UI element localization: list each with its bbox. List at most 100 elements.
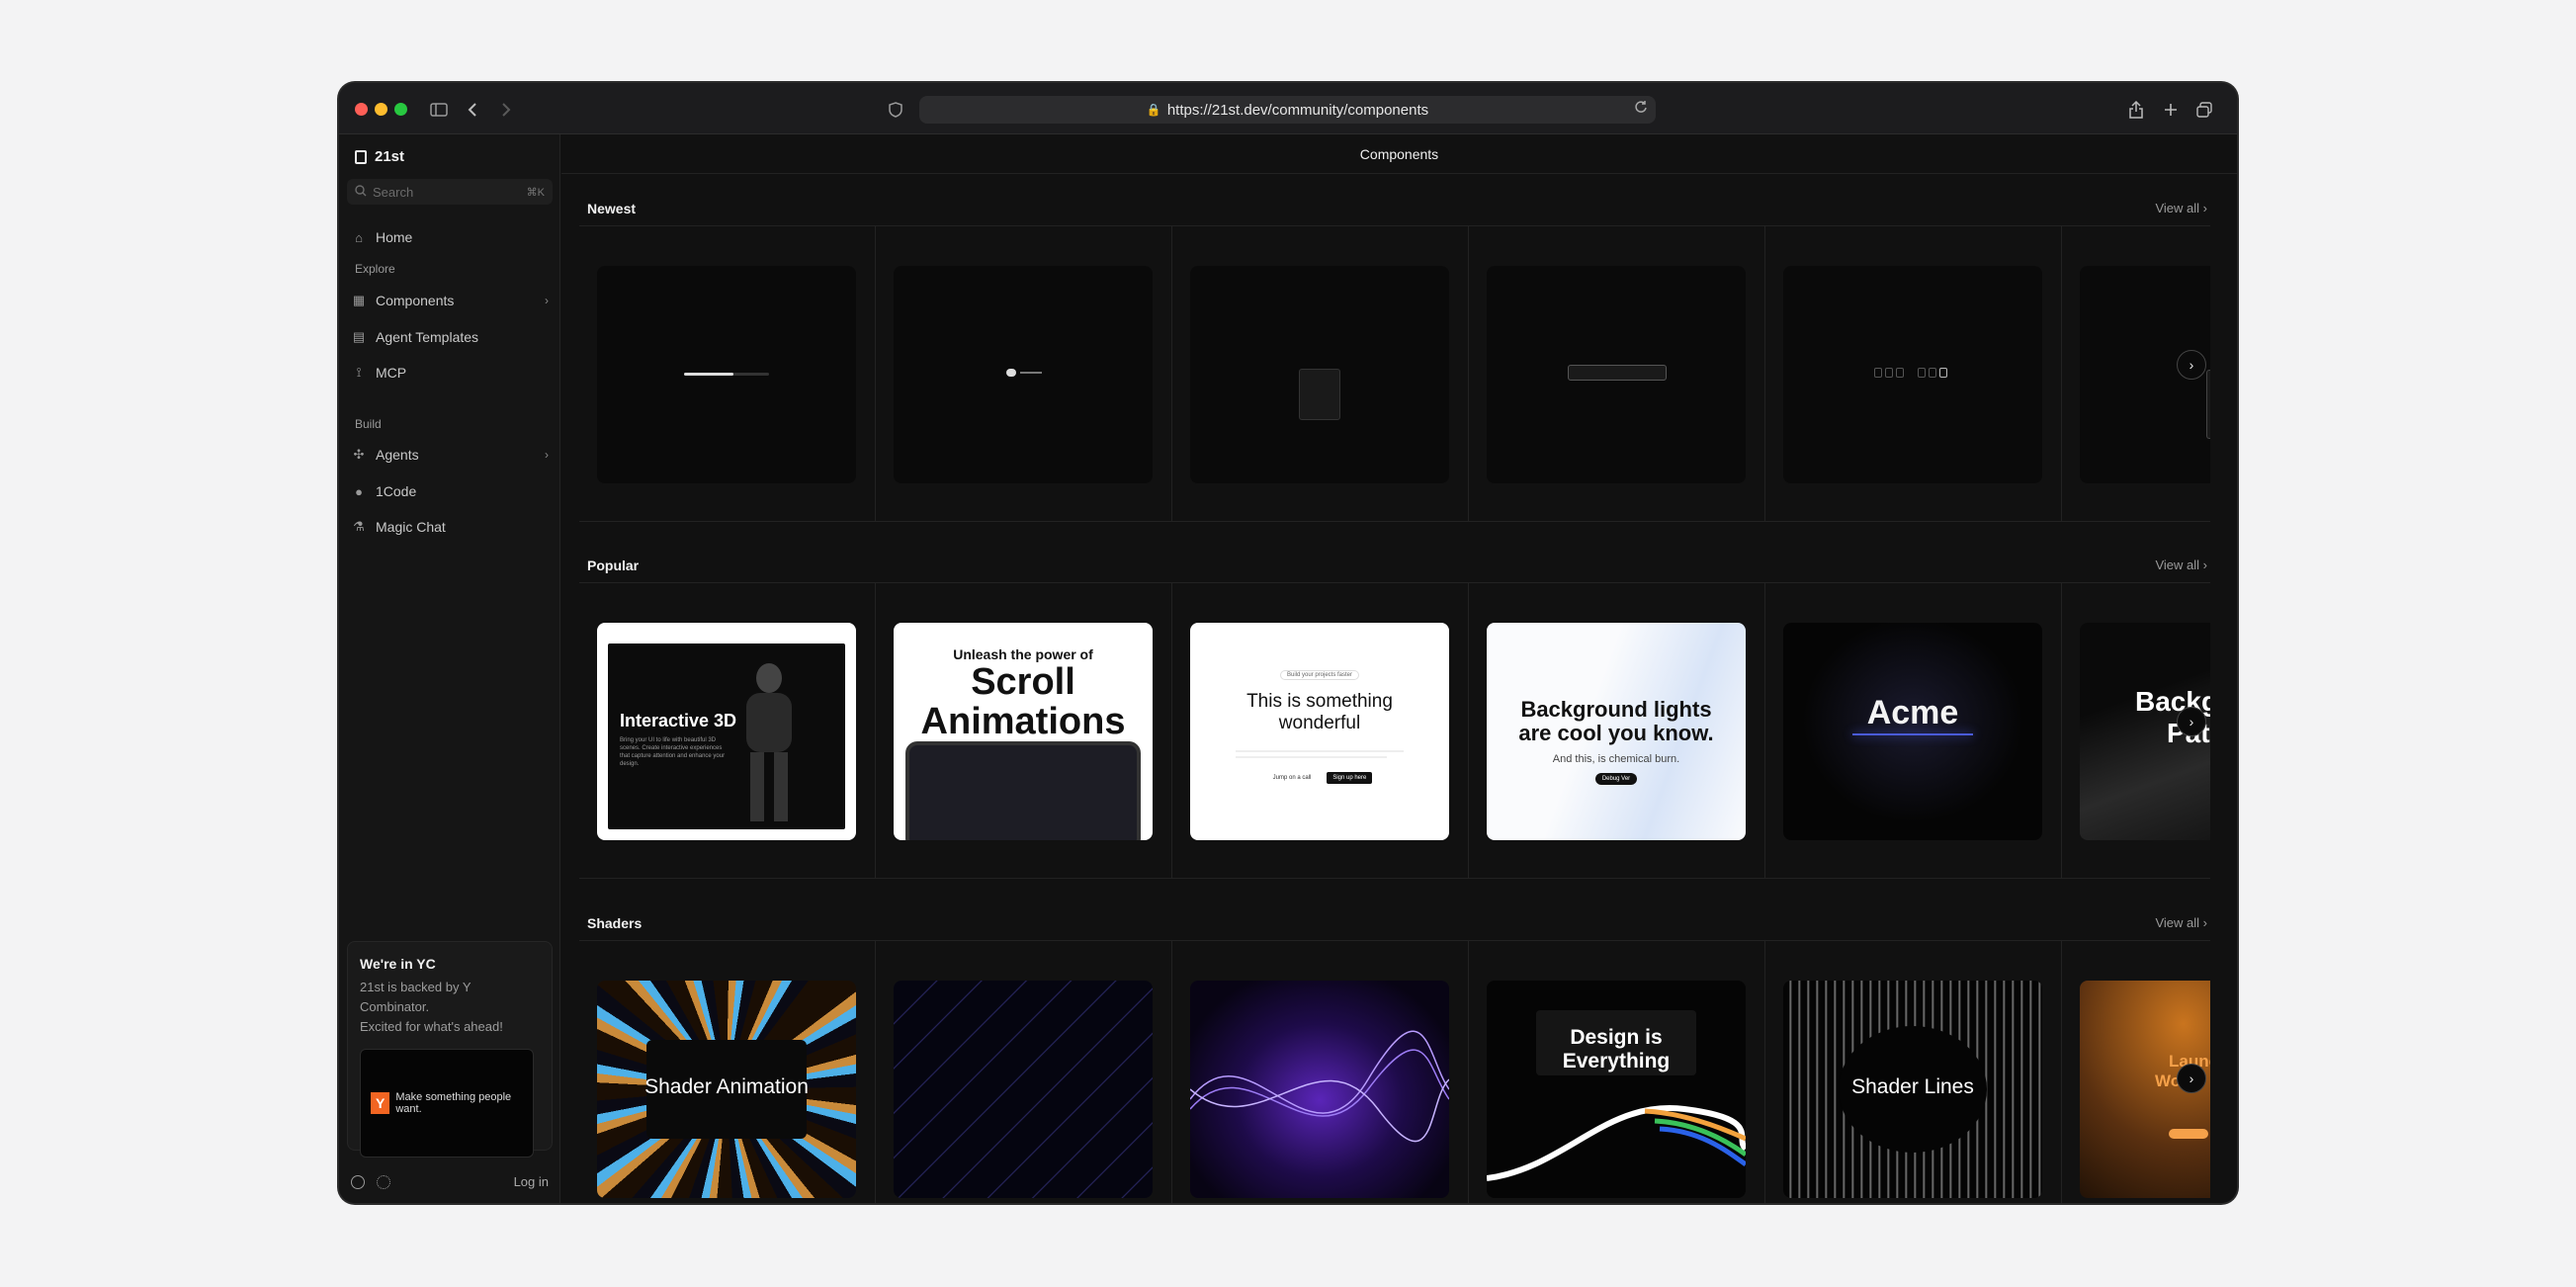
something-call-button: Jump on a call (1272, 775, 1312, 781)
brand-logo[interactable]: 21st (355, 148, 404, 165)
close-window-button[interactable] (355, 103, 368, 116)
search-icon (355, 184, 367, 200)
reload-icon[interactable] (1634, 100, 1648, 118)
search-shortcut: ⌘K (526, 186, 545, 199)
view-all-shaders-link[interactable]: View all › (2155, 915, 2207, 930)
sidebar-item-label: MCP (376, 365, 407, 381)
address-bar[interactable]: 🔒 https://21st.dev/community/components (919, 96, 1656, 124)
sidebar-item-agents[interactable]: ✣ Agents › (351, 444, 549, 466)
chevron-right-icon: › (545, 448, 549, 462)
newest-row: › (579, 225, 2210, 522)
view-all-label: View all (2155, 558, 2200, 572)
section-title-newest: Newest (587, 201, 637, 216)
something-pill: Build your projects faster (1279, 670, 1360, 680)
share-icon[interactable] (2123, 97, 2149, 123)
scroll-top-text: Unleash the power of (953, 646, 1093, 662)
sidebar-item-mcp[interactable]: ⟟ MCP (351, 362, 549, 384)
component-card[interactable] (1765, 226, 2062, 521)
component-preview (1190, 981, 1449, 1198)
section-label-build: Build (355, 417, 382, 431)
yc-tagline: Make something people want. (395, 1091, 512, 1115)
bg-lights-subtitle: And this, is chemical burn. (1552, 753, 1680, 765)
scroll-big-text-1: Scroll (971, 661, 1075, 703)
component-card[interactable]: Design is Everything (1469, 941, 1765, 1203)
new-tab-icon[interactable] (2158, 97, 2184, 123)
bg-lights-button: Debug Ver (1594, 773, 1638, 785)
yc-line-2: Excited for what's ahead! (360, 1019, 503, 1034)
component-card[interactable] (1469, 226, 1765, 521)
url-text: https://21st.dev/community/components (1166, 101, 1429, 119)
component-card[interactable]: Interactive 3D Bring your UI to life wit… (579, 583, 876, 878)
1code-icon: ● (355, 483, 363, 499)
yc-logo-icon: Y (371, 1092, 390, 1114)
carousel-next-button[interactable]: › (2177, 707, 2206, 736)
component-card[interactable] (579, 226, 876, 521)
component-card[interactable]: Background lights are cool you know. And… (1469, 583, 1765, 878)
popular-row: Interactive 3D Bring your UI to life wit… (579, 582, 2210, 879)
component-card[interactable] (1172, 226, 1469, 521)
component-preview (1783, 266, 2042, 483)
sidebar-item-magic-chat[interactable]: ⚗ Magic Chat (351, 516, 549, 538)
carousel-next-button[interactable]: › (2177, 350, 2206, 380)
tab-overview-icon[interactable] (2191, 97, 2217, 123)
view-all-popular-link[interactable]: View all › (2155, 558, 2207, 572)
yc-video-card[interactable]: Y Make something people want. (360, 1049, 534, 1158)
component-preview: Shader Animation (597, 981, 856, 1198)
sidebar-item-1code[interactable]: ● 1Code (351, 480, 549, 502)
component-card[interactable]: Acme (1765, 583, 2062, 878)
back-icon[interactable] (460, 97, 485, 123)
component-card[interactable] (1172, 941, 1469, 1203)
component-card[interactable]: Shader Lines (1765, 941, 2062, 1203)
mcp-icon: ⟟ (356, 365, 362, 380)
chevron-right-icon: › (545, 294, 549, 307)
sidebar-item-agent-templates[interactable]: ▤ Agent Templates (351, 326, 549, 348)
component-preview: Acme (1783, 623, 2042, 840)
sidebar-item-label: 1Code (376, 483, 417, 499)
lock-icon: 🔒 (1146, 103, 1161, 117)
shader-animation-title: Shader Animation (644, 1075, 809, 1098)
something-title-1: This is something (1246, 691, 1393, 712)
login-button[interactable]: Log in (514, 1174, 549, 1189)
page-title: Components (561, 134, 2237, 174)
browser-window: 🔒 https://21st.dev/community/components … (339, 83, 2237, 1203)
component-preview (597, 266, 856, 483)
theme-toggle-icon[interactable] (351, 1174, 365, 1189)
sidebar-item-label: Agents (376, 447, 419, 463)
home-icon: ⌂ (355, 229, 363, 245)
interactive-3d-desc: Bring your UI to life with beautiful 3D … (620, 737, 726, 767)
component-preview: Background lights are cool you know. And… (1487, 623, 1746, 840)
yc-promo-card[interactable]: We're in YC 21st is backed by Y Combinat… (347, 941, 553, 1158)
view-all-label: View all (2155, 201, 2200, 215)
21st-logo-icon (355, 149, 367, 164)
acme-title: Acme (1866, 694, 1959, 731)
component-preview: Design is Everything (1487, 981, 1746, 1198)
sidebar-toggle-icon[interactable] (426, 97, 452, 123)
component-card[interactable]: Shader Animation (579, 941, 876, 1203)
sidebar-item-label: Agent Templates (376, 329, 479, 345)
sidebar-item-home[interactable]: ⌂ Home (351, 226, 549, 248)
carousel-next-button[interactable]: › (2177, 1064, 2206, 1093)
sidebar-item-label: Magic Chat (376, 519, 446, 535)
something-title-2: wonderful (1278, 713, 1361, 733)
component-preview: Unleash the power of Scroll Animations (894, 623, 1153, 840)
component-preview: Interactive 3D Bring your UI to life wit… (597, 623, 856, 840)
magic-wand-icon: ⚗ (353, 519, 365, 534)
sidebar-item-components[interactable]: ▦ Components › (351, 290, 549, 311)
search-input[interactable]: Search ⌘K (347, 179, 553, 205)
sidebar-footer: Log in (351, 1174, 549, 1189)
component-card[interactable]: Unleash the power of Scroll Animations (876, 583, 1172, 878)
forward-icon[interactable] (493, 97, 519, 123)
privacy-shield-icon[interactable] (883, 97, 908, 123)
component-card[interactable]: Build your projects faster This is somet… (1172, 583, 1469, 878)
component-card[interactable] (876, 941, 1172, 1203)
grid-icon: ▦ (352, 293, 366, 307)
view-all-newest-link[interactable]: View all › (2155, 201, 2207, 215)
component-card[interactable] (876, 226, 1172, 521)
component-preview (894, 266, 1153, 483)
minimize-window-button[interactable] (375, 103, 387, 116)
component-preview: Build your projects faster This is somet… (1190, 623, 1449, 840)
main-content: Components Newest View all › › Popular V… (561, 134, 2237, 1203)
maximize-window-button[interactable] (394, 103, 407, 116)
component-preview (1487, 266, 1746, 483)
settings-icon[interactable] (377, 1174, 390, 1189)
